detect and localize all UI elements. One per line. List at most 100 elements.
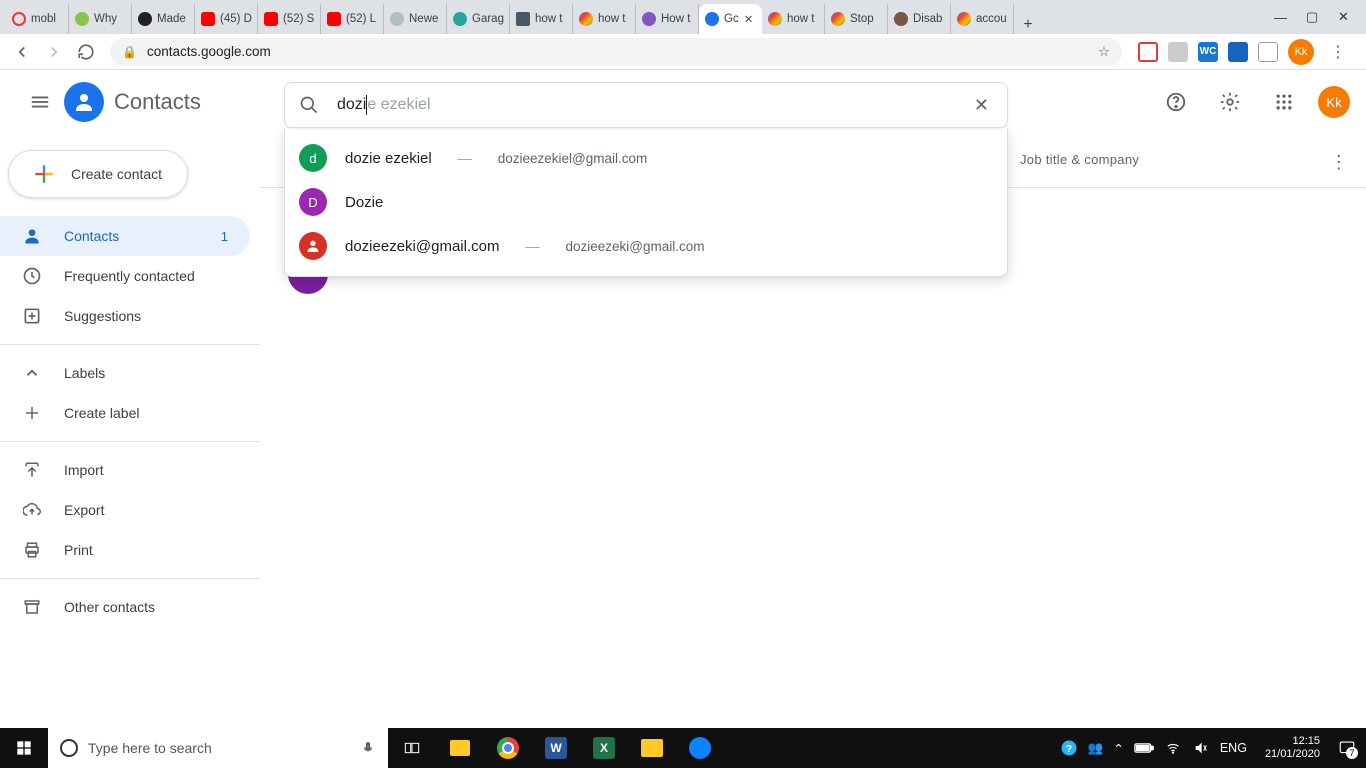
- suggestion-icon: [22, 306, 42, 326]
- lock-icon: 🔒: [122, 45, 137, 59]
- browser-tab[interactable]: (52) S: [258, 4, 321, 34]
- contact-avatar: d: [299, 144, 327, 172]
- app-title: Contacts: [114, 89, 201, 115]
- tray-chevron-icon[interactable]: ⌃: [1113, 741, 1123, 756]
- sidebar-other-contacts[interactable]: Other contacts: [0, 587, 250, 627]
- suggestion-name: dozieezeki@gmail.com: [345, 238, 499, 255]
- sidebar-print[interactable]: Print: [0, 530, 250, 570]
- new-tab-button[interactable]: +: [1014, 16, 1042, 34]
- notifications-icon[interactable]: 7: [1338, 739, 1356, 757]
- browser-tab[interactable]: How t: [636, 4, 699, 34]
- browser-tab[interactable]: Garag: [447, 4, 510, 34]
- extension-icon[interactable]: WC: [1198, 42, 1218, 62]
- browser-tab[interactable]: mobl: [6, 4, 69, 34]
- person-icon: [22, 226, 42, 246]
- google-apps-button[interactable]: [1264, 82, 1304, 122]
- suggestion-email: dozieezekiel@gmail.com: [498, 151, 648, 166]
- taskbar-clock[interactable]: 12:15 21/01/2020: [1257, 735, 1328, 761]
- help-button[interactable]: [1156, 82, 1196, 122]
- thunderbird-icon[interactable]: [676, 728, 724, 768]
- plus-icon: [22, 404, 42, 422]
- task-view-icon[interactable]: [388, 728, 436, 768]
- app-header: Contacts dozie ezekiel ✕ d dozie ezekiel…: [0, 70, 1366, 134]
- windows-taskbar: Type here to search W X ? 👥 ⌃ ENG 12:15 …: [0, 728, 1366, 768]
- chevron-up-icon: [22, 364, 42, 382]
- chrome-icon[interactable]: [484, 728, 532, 768]
- window-close-icon[interactable]: ✕: [1338, 9, 1352, 25]
- suggestion-row[interactable]: d dozie ezekiel — dozieezekiel@gmail.com: [285, 136, 1007, 180]
- sidebar-item-suggestions[interactable]: Suggestions: [0, 296, 250, 336]
- sidebar-export[interactable]: Export: [0, 490, 250, 530]
- excel-icon[interactable]: X: [580, 728, 628, 768]
- sidebar-item-frequent[interactable]: Frequently contacted: [0, 256, 250, 296]
- explorer-icon[interactable]: [436, 728, 484, 768]
- account-avatar[interactable]: Kk: [1318, 86, 1350, 118]
- window-maximize-icon[interactable]: ▢: [1306, 9, 1320, 25]
- svg-text:?: ?: [1066, 743, 1072, 755]
- create-contact-label: Create contact: [71, 166, 162, 182]
- settings-button[interactable]: [1210, 82, 1250, 122]
- browser-tab[interactable]: how t: [510, 4, 573, 34]
- browser-tab[interactable]: Disab: [888, 4, 951, 34]
- help-tray-icon[interactable]: ?: [1060, 739, 1078, 757]
- extension-icon[interactable]: [1138, 42, 1158, 62]
- browser-tab[interactable]: how t: [762, 4, 825, 34]
- browser-tab-active[interactable]: Gc✕: [699, 4, 762, 34]
- browser-toolbar: 🔒 contacts.google.com ☆ WC Kk ⋮: [0, 34, 1366, 70]
- language-indicator[interactable]: ENG: [1220, 741, 1247, 755]
- extension-icon[interactable]: [1168, 42, 1188, 62]
- chrome-menu-icon[interactable]: ⋮: [1324, 42, 1352, 62]
- search-box[interactable]: dozie ezekiel ✕: [284, 82, 1008, 128]
- reload-button[interactable]: [72, 38, 100, 66]
- clear-search-button[interactable]: ✕: [970, 91, 993, 120]
- search-suggestions-dropdown: d dozie ezekiel — dozieezekiel@gmail.com…: [284, 128, 1008, 277]
- browser-tab[interactable]: how t: [573, 4, 636, 34]
- contacts-count: 1: [221, 229, 228, 244]
- sidebar-import[interactable]: Import: [0, 450, 250, 490]
- more-options-icon[interactable]: ⋮: [1330, 152, 1348, 173]
- suggestion-name: Dozie: [345, 194, 383, 211]
- main-menu-button[interactable]: [16, 78, 64, 126]
- back-button[interactable]: [8, 38, 36, 66]
- browser-tab-strip: mobl Why Made (45) D (52) S (52) L Newe …: [0, 0, 1366, 34]
- sidebar-item-contacts[interactable]: Contacts 1: [0, 216, 250, 256]
- word-icon[interactable]: W: [532, 728, 580, 768]
- browser-tab[interactable]: (45) D: [195, 4, 258, 34]
- suggestion-email: dozieezeki@gmail.com: [565, 239, 704, 254]
- wifi-icon[interactable]: [1164, 741, 1182, 755]
- browser-tab[interactable]: Made: [132, 4, 195, 34]
- url-text: contacts.google.com: [147, 44, 271, 59]
- browser-tab[interactable]: accou: [951, 4, 1014, 34]
- browser-tab[interactable]: (52) L: [321, 4, 384, 34]
- browser-tab[interactable]: Why: [69, 4, 132, 34]
- browser-profile-avatar[interactable]: Kk: [1288, 39, 1314, 65]
- taskbar-search[interactable]: Type here to search: [48, 728, 388, 768]
- start-button[interactable]: [0, 728, 48, 768]
- history-icon: [22, 266, 42, 286]
- mic-icon[interactable]: [360, 740, 376, 756]
- battery-icon[interactable]: [1134, 742, 1154, 754]
- sidebar-labels-header[interactable]: Labels: [0, 353, 250, 393]
- bookmark-star-icon[interactable]: ☆: [1098, 44, 1110, 60]
- contact-avatar: [299, 232, 327, 260]
- forward-button[interactable]: [40, 38, 68, 66]
- close-icon[interactable]: ✕: [744, 12, 754, 26]
- window-minimize-icon[interactable]: —: [1274, 10, 1288, 25]
- browser-tab[interactable]: Newe: [384, 4, 447, 34]
- address-bar[interactable]: 🔒 contacts.google.com ☆: [110, 38, 1122, 66]
- create-contact-button[interactable]: Create contact: [8, 150, 188, 198]
- archive-icon: [22, 598, 42, 616]
- suggestion-row[interactable]: dozieezeki@gmail.com — dozieezeki@gmail.…: [285, 224, 1007, 268]
- suggestion-row[interactable]: D Dozie: [285, 180, 1007, 224]
- extension-icons: WC Kk ⋮: [1132, 39, 1358, 65]
- extension-icon[interactable]: [1258, 42, 1278, 62]
- contacts-logo-icon: [64, 82, 104, 122]
- search-input[interactable]: dozie ezekiel: [337, 95, 970, 115]
- file-explorer-icon[interactable]: [628, 728, 676, 768]
- volume-icon[interactable]: [1192, 740, 1210, 756]
- browser-tab[interactable]: Stop: [825, 4, 888, 34]
- cortana-icon: [60, 739, 78, 757]
- extension-icon[interactable]: [1228, 42, 1248, 62]
- sidebar-create-label[interactable]: Create label: [0, 393, 250, 433]
- people-tray-icon[interactable]: 👥: [1088, 741, 1104, 756]
